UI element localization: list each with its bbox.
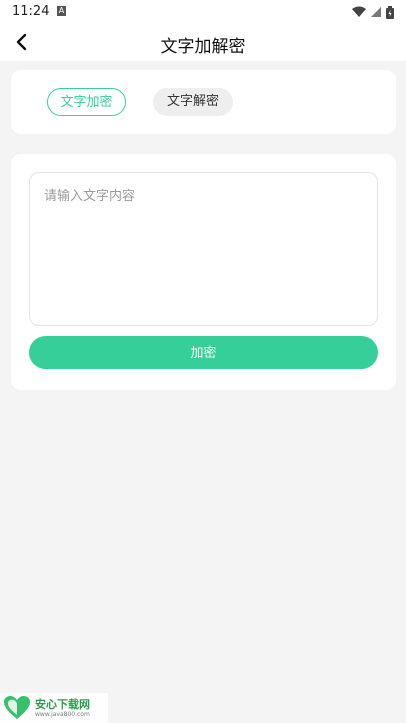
status-bar: 11:24 A xyxy=(0,0,406,24)
watermark-title: 安心下载网 xyxy=(35,697,90,711)
page-title: 文字加解密 xyxy=(160,37,246,57)
a-icon: A xyxy=(57,6,66,16)
wifi-icon xyxy=(352,6,366,17)
text-input[interactable] xyxy=(30,173,377,325)
status-time: 11:24 xyxy=(12,4,50,19)
signal-icon xyxy=(371,7,381,17)
heart-logo-icon xyxy=(4,696,30,719)
encrypt-form-card: 加密 xyxy=(11,154,396,390)
encrypt-button[interactable]: 加密 xyxy=(29,336,378,369)
tab-text-decrypt[interactable]: 文字解密 xyxy=(153,88,233,116)
battery-icon xyxy=(386,5,394,19)
watermark-url: www.java800.com xyxy=(35,710,90,718)
app-bar: 文字加解密 xyxy=(0,24,406,61)
status-icons xyxy=(352,4,394,20)
watermark: 安心下载网 www.java800.com xyxy=(0,693,108,723)
mode-tabs-card: 文字加密 文字解密 xyxy=(11,70,396,134)
tab-text-encrypt[interactable]: 文字加密 xyxy=(47,88,126,116)
text-input-box xyxy=(29,172,378,326)
